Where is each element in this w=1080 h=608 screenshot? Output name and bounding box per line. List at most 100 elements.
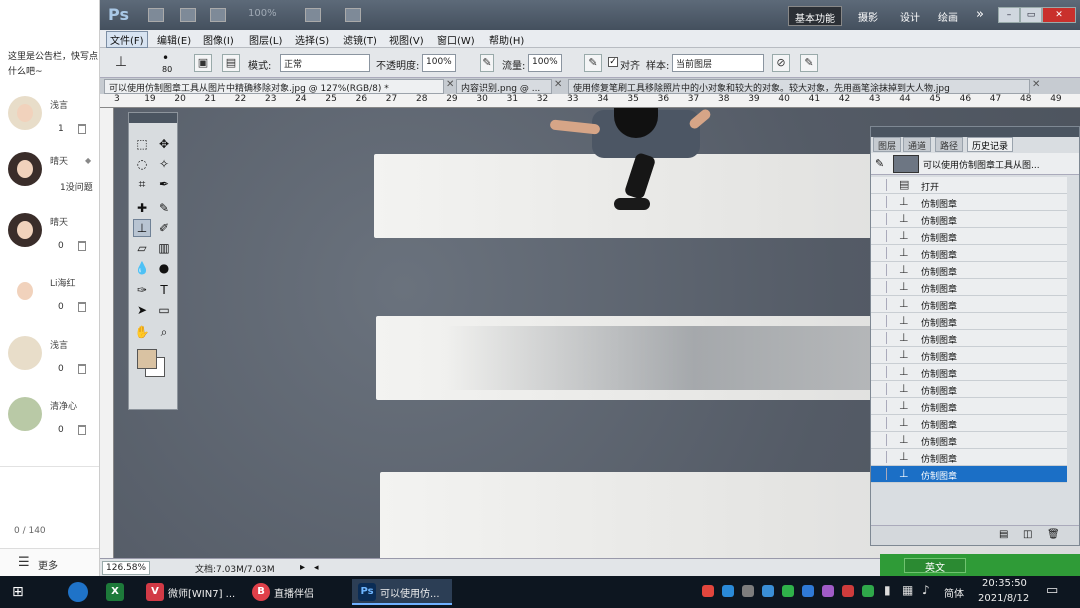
screen-mode-icon[interactable] [345,8,361,22]
workspace-essentials[interactable]: 基本功能 [788,6,842,26]
blur-tool-icon[interactable]: 💧 [133,259,151,277]
tray-app-icon[interactable] [822,585,834,597]
chat-user-item[interactable]: Li海红 0 [0,274,99,330]
scroll-left-icon[interactable]: ◂ [314,563,319,573]
opacity-input[interactable]: 100% [422,54,456,72]
network-icon[interactable]: ▦ [902,583,913,597]
healing-brush-tool-icon[interactable]: ✚ [133,199,151,217]
zoom-level[interactable]: 100% [248,8,277,19]
quick-select-tool-icon[interactable]: ✧ [155,155,173,173]
brush-tool-icon[interactable]: ✎ [155,199,173,217]
new-document-icon[interactable]: ▤ [999,529,1008,540]
taskbar-app-live[interactable]: B 直播伴侣 [246,579,346,605]
power-icon[interactable]: ▮ [884,583,891,597]
snapshot-checkbox[interactable] [875,264,887,276]
snapshot-checkbox[interactable] [875,400,887,412]
tab-channels[interactable]: 通道 [903,137,932,152]
menu-image[interactable]: 图像(I) [200,32,237,47]
airbrush-icon[interactable]: ✎ [584,54,602,72]
arrange-docs-icon[interactable] [305,8,321,22]
trash-icon[interactable] [78,302,86,312]
history-state[interactable]: ⊥ 仿制图章 [871,211,1067,228]
menu-edit[interactable]: 编辑(E) [154,32,194,47]
path-select-tool-icon[interactable]: ➤ [133,301,151,319]
crop-tool-icon[interactable]: ⌗ [133,175,151,193]
close-tab-icon[interactable]: ✕ [554,79,562,90]
chat-user-item[interactable]: 浅言 0 [0,336,99,392]
snapshot-checkbox[interactable] [875,349,887,361]
snapshot-checkbox[interactable] [875,298,887,310]
minimize-button[interactable]: – [998,7,1020,23]
flow-input[interactable]: 100% [528,54,562,72]
history-state[interactable]: ⊥ 仿制图章 [871,415,1067,432]
more-button[interactable]: 更多 [38,557,58,572]
menu-window[interactable]: 窗口(W) [434,32,478,47]
history-state[interactable]: ⊥ 仿制图章 [871,262,1067,279]
tray-app-icon[interactable] [762,585,774,597]
history-state[interactable]: ⊥ 仿制图章 [871,347,1067,364]
menu-layer[interactable]: 图层(L) [246,32,285,47]
dodge-tool-icon[interactable]: ● [155,259,173,277]
snapshot-checkbox[interactable] [875,281,887,293]
align-checkbox[interactable]: ✓ [608,57,618,67]
history-state[interactable]: ⊥ 仿制图章 [871,279,1067,296]
ime-language[interactable]: 英文 [904,558,966,574]
doc-tab[interactable]: 使用修复笔刷工具移除照片中的小对象和较大的对象。较大对象，先用画笔涂抹掉到大人物… [568,79,1030,94]
tray-app-icon[interactable] [702,585,714,597]
snapshot-checkbox[interactable] [875,451,887,463]
trash-icon[interactable] [78,364,86,374]
brush-panel-icon[interactable]: ▣ [194,54,212,72]
clone-source-icon[interactable]: ▤ [222,54,240,72]
chat-user-item[interactable]: 浅言 1 [0,96,99,152]
chat-user-item[interactable]: 清净心 0 [0,397,99,453]
status-zoom[interactable]: 126.58% [102,561,151,575]
taskbar-app-excel[interactable]: X [100,579,134,605]
bridge-icon[interactable] [148,8,164,22]
history-brush-tool-icon[interactable]: ✐ [155,219,173,237]
tray-app-icon[interactable] [722,585,734,597]
tray-app-icon[interactable] [742,585,754,597]
delete-icon[interactable]: 🗑 [1047,529,1060,540]
taskbar-app-weishi[interactable]: V 微师[WIN7] ... [140,579,240,605]
more-workspaces-button[interactable]: » [970,4,990,24]
tray-app-icon[interactable] [802,585,814,597]
trash-icon[interactable] [78,425,86,435]
doc-tab-active[interactable]: 可以使用仿制图章工具从图片中精确移除对象.jpg @ 127%(RGB/8) * [104,79,444,94]
taskbar-app-photoshop[interactable]: Ps 可以使用仿... [352,579,452,605]
chat-user-item[interactable]: 晴天 0 [0,213,99,269]
history-state[interactable]: ⊥ 仿制图章 [871,381,1067,398]
pressure-size-icon[interactable]: ✎ [800,54,818,72]
history-state[interactable]: ⊥ 仿制图章 [871,364,1067,381]
history-state[interactable]: ⊥ 仿制图章 [871,313,1067,330]
status-arrow-icon[interactable]: ▸ [300,562,305,573]
new-snapshot-icon[interactable]: ◫ [1023,529,1032,540]
snapshot-checkbox[interactable] [875,196,887,208]
tab-layers[interactable]: 图层 [873,137,902,152]
snapshot-checkbox[interactable] [875,247,887,259]
message-input[interactable] [0,466,99,516]
menu-icon[interactable]: ☰ [18,555,30,570]
move-tool-icon[interactable]: ✥ [155,135,173,153]
snapshot-checkbox[interactable] [875,179,887,191]
view-extras-icon[interactable] [210,8,226,22]
brush-preview-icon[interactable]: • [162,51,169,65]
lasso-tool-icon[interactable]: ◌ [133,155,151,173]
history-state[interactable]: ⊥ 仿制图章 [871,330,1067,347]
menu-help[interactable]: 帮助(H) [486,32,527,47]
workspace-painting[interactable]: 绘画 [932,6,964,26]
snapshot-checkbox[interactable] [875,434,887,446]
snapshot-checkbox[interactable] [875,366,887,378]
wechat-icon[interactable] [782,585,794,597]
trash-icon[interactable] [78,124,86,134]
history-state[interactable]: ⊥ 仿制图章 [871,432,1067,449]
chat-user-item[interactable]: 晴天 ◆ 1没问题 [0,152,99,208]
foreground-color-swatch[interactable] [137,349,157,369]
history-state[interactable]: ⊥ 仿制图章 [871,449,1067,466]
snapshot-checkbox[interactable] [875,315,887,327]
history-state[interactable]: ⊥ 仿制图章 [871,245,1067,262]
history-snapshot[interactable]: ✎ 可以使用仿制图章工具从图... [871,153,1079,175]
eyedropper-tool-icon[interactable]: ✒ [155,175,173,193]
notification-icon[interactable]: ▭ [1046,583,1058,598]
tray-app-icon[interactable] [842,585,854,597]
zoom-tool-icon[interactable]: ⌕ [155,323,173,341]
